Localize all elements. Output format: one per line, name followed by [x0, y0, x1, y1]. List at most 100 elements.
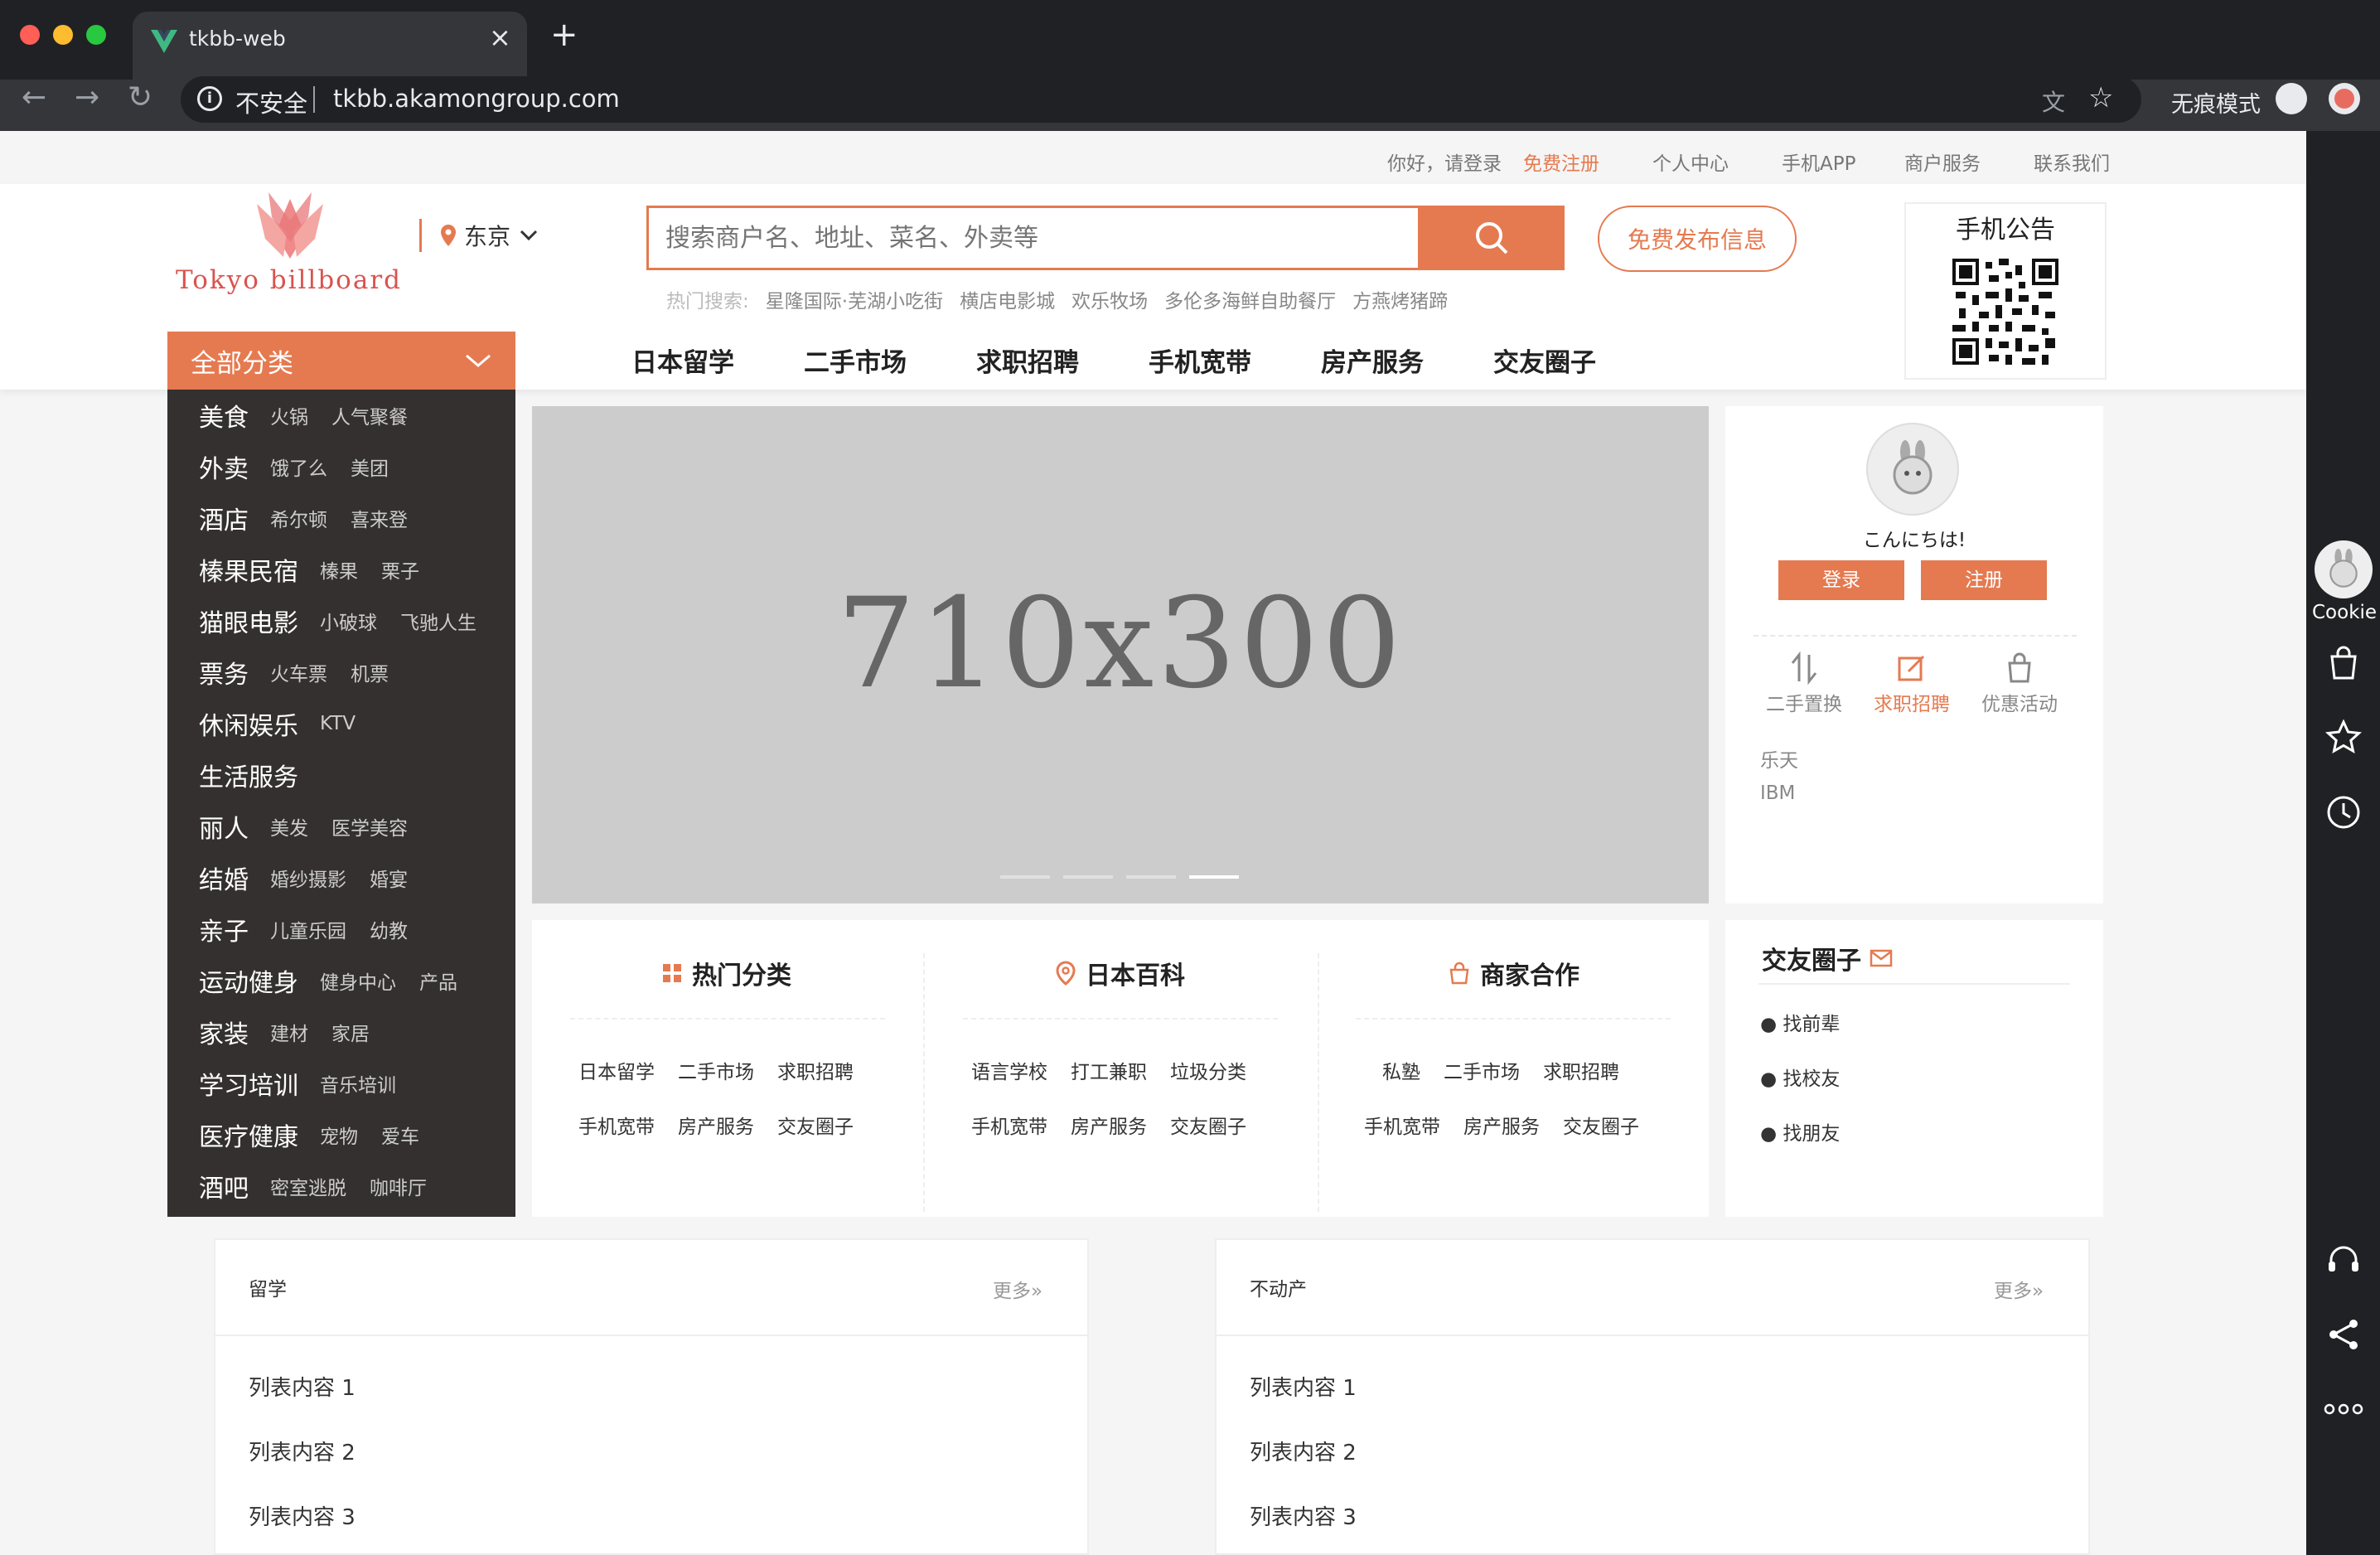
category-main[interactable]: 休闲娱乐 [199, 705, 298, 742]
category-sub[interactable]: 栗子 [381, 555, 419, 584]
category-main[interactable]: 酒吧 [199, 1168, 249, 1204]
omnibox[interactable]: i 不安全 tkbb.akamongroup.com 文 ☆ [181, 76, 2141, 123]
category-sub[interactable]: 希尔顿 [270, 504, 327, 532]
new-tab-icon[interactable]: + [550, 18, 578, 51]
category-main[interactable]: 亲子 [199, 911, 249, 947]
cart-icon[interactable] [2320, 640, 2367, 686]
category-row[interactable]: 美食 火锅 人气聚餐 [199, 390, 431, 441]
category-sub[interactable]: 家居 [331, 1018, 370, 1046]
city-selector[interactable]: 东京 [439, 219, 539, 252]
more-link[interactable]: 更多» [993, 1275, 1042, 1303]
list-item[interactable]: 列表内容 1 [249, 1371, 356, 1402]
category-row[interactable]: 酒吧 密室逃脱 咖啡厅 [199, 1160, 450, 1212]
personal-center-link[interactable]: 个人中心 [1652, 148, 1729, 176]
shortcut-jobs[interactable]: 求职招聘 [1858, 652, 1966, 716]
favorite-star-icon[interactable] [2320, 715, 2367, 761]
more-ellipsis-icon[interactable] [2320, 1386, 2367, 1432]
search-input[interactable] [665, 208, 1411, 268]
category-main[interactable]: 外卖 [199, 448, 249, 485]
category-row[interactable]: 酒店 希尔顿 喜来登 [199, 492, 431, 544]
category-row[interactable]: 猫眼电影 小破球 飞驰人生 [199, 595, 500, 647]
reload-icon[interactable]: ↻ [128, 80, 152, 114]
section-link[interactable]: 交友圈子 [1170, 1111, 1246, 1139]
free-register-link[interactable]: 免费注册 [1523, 148, 1599, 176]
hot-search-item[interactable]: 方燕烤猪蹄 [1352, 285, 1448, 313]
category-row[interactable]: 生活服务 [199, 749, 320, 801]
hot-search-item[interactable]: 多伦多海鲜自助餐厅 [1164, 285, 1336, 313]
category-row[interactable]: 运动健身 健身中心 产品 [199, 955, 481, 1006]
forward-arrow-icon[interactable]: → [75, 80, 99, 114]
list-item[interactable]: 列表内容 3 [249, 1500, 356, 1531]
hot-search-item[interactable]: 欢乐牧场 [1071, 285, 1148, 313]
category-sub[interactable]: 美团 [351, 453, 389, 481]
section-link[interactable]: 二手市场 [1444, 1056, 1520, 1084]
tab-close-icon[interactable]: × [489, 22, 511, 53]
category-sub[interactable]: 婚宴 [370, 864, 408, 892]
section-link[interactable]: 房产服务 [1071, 1111, 1147, 1139]
list-item[interactable]: 列表内容 2 [1250, 1436, 1357, 1466]
qr-code-icon[interactable] [1952, 259, 2058, 365]
category-main[interactable]: 生活服务 [199, 757, 298, 793]
share-icon[interactable] [2320, 1311, 2367, 1358]
category-row[interactable]: 结婚 婚纱摄影 婚宴 [199, 852, 431, 903]
category-sub[interactable]: KTV [320, 713, 356, 734]
nav-mobile-broadband[interactable]: 手机宽带 [1149, 342, 1251, 379]
site-logo[interactable]: Tokyo billboard [174, 192, 406, 300]
list-item[interactable]: 列表内容 2 [249, 1436, 356, 1466]
section-link[interactable]: 打工兼职 [1071, 1056, 1147, 1084]
category-sub[interactable]: 美发 [270, 812, 308, 840]
category-main[interactable]: 学习培训 [199, 1065, 298, 1102]
category-sub[interactable]: 爱车 [381, 1121, 419, 1149]
register-button[interactable]: 注册 [1921, 560, 2047, 600]
maximize-window-icon[interactable] [86, 25, 106, 45]
shortcut-secondhand[interactable]: 二手置换 [1750, 651, 1858, 716]
category-sub[interactable]: 飞驰人生 [400, 607, 476, 635]
carousel-indicator[interactable] [1063, 875, 1113, 879]
publish-info-button[interactable]: 免费发布信息 [1598, 206, 1797, 272]
section-link[interactable]: 房产服务 [678, 1111, 754, 1139]
category-row[interactable]: 亲子 儿童乐园 幼教 [199, 903, 431, 955]
category-sub[interactable]: 喜来登 [351, 504, 408, 532]
hot-search-item[interactable]: 星隆国际·芜湖小吃街 [766, 285, 943, 313]
category-main[interactable]: 美食 [199, 397, 249, 434]
category-row[interactable]: 医疗健康 宠物 爱车 [199, 1109, 443, 1160]
contact-us-link[interactable]: 联系我们 [2034, 148, 2110, 176]
bookmark-star-icon[interactable]: ☆ [2088, 81, 2113, 114]
all-categories-header[interactable]: 全部分类 [167, 332, 515, 390]
category-sub[interactable]: 饿了么 [270, 453, 327, 481]
category-sub[interactable]: 小破球 [320, 607, 377, 635]
category-sub[interactable]: 建材 [270, 1018, 308, 1046]
profile-icon[interactable] [2329, 83, 2360, 114]
cookie-button[interactable]: Cookie [2312, 540, 2377, 623]
mobile-app-link[interactable]: 手机APP [1782, 148, 1855, 176]
category-row[interactable]: 家装 建材 家居 [199, 1006, 393, 1058]
section-link[interactable]: 手机宽带 [578, 1111, 655, 1139]
category-sub[interactable]: 医学美容 [331, 812, 408, 840]
banner-carousel[interactable]: 710x300 [532, 406, 1709, 903]
carousel-indicator[interactable] [1126, 875, 1176, 879]
category-main[interactable]: 榛果民宿 [199, 551, 298, 588]
hot-search-item[interactable]: 横店电影城 [960, 285, 1055, 313]
section-link[interactable]: 二手市场 [678, 1056, 754, 1084]
login-greeting-link[interactable]: 你好，请登录 [1387, 148, 1502, 176]
category-sub[interactable]: 健身中心 [320, 966, 396, 995]
section-link[interactable]: 求职招聘 [1543, 1056, 1619, 1084]
nav-real-estate[interactable]: 房产服务 [1321, 342, 1424, 379]
shortcut-promotions[interactable]: 优惠活动 [1966, 652, 2073, 716]
carousel-indicator-active[interactable] [1189, 875, 1239, 879]
category-sub[interactable]: 咖啡厅 [370, 1172, 427, 1200]
search-button[interactable] [1418, 208, 1565, 268]
category-row[interactable]: 丽人 美发 医学美容 [199, 801, 431, 852]
category-row[interactable]: 学习培训 音乐培训 [199, 1058, 419, 1109]
login-button[interactable]: 登录 [1778, 560, 1904, 600]
category-row[interactable]: 榛果民宿 榛果 栗子 [199, 544, 443, 595]
category-sub[interactable]: 密室逃脱 [270, 1172, 346, 1200]
close-window-icon[interactable] [20, 25, 40, 45]
back-arrow-icon[interactable]: ← [22, 80, 46, 114]
translate-icon[interactable]: 文 [2042, 85, 2065, 118]
category-sub[interactable]: 音乐培训 [320, 1069, 396, 1097]
carousel-indicator[interactable] [1000, 875, 1050, 879]
section-link[interactable]: 日本留学 [578, 1056, 655, 1084]
category-main[interactable]: 家装 [199, 1014, 249, 1050]
category-main[interactable]: 运动健身 [199, 962, 298, 999]
